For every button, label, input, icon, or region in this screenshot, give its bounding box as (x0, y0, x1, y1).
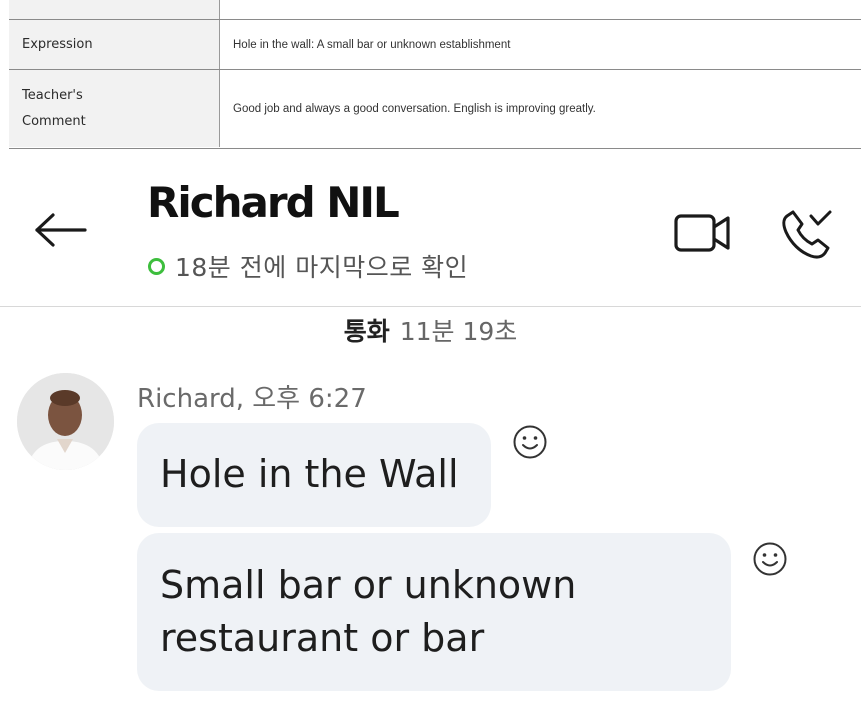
table-row-teacher-comment: Teacher's Comment Good job and always a … (9, 70, 861, 147)
table-label-cell (9, 0, 220, 19)
feedback-table: Expression Hole in the wall: A small bar… (9, 0, 861, 149)
teacher-comment-label-line2: Comment (22, 113, 86, 129)
back-arrow-icon[interactable] (33, 210, 89, 250)
call-summary: 통화 11분 19초 (0, 312, 861, 348)
smiley-reaction-icon[interactable] (752, 541, 788, 577)
teacher-comment-label: Teacher's Comment (9, 70, 220, 147)
expression-value: Hole in the wall: A small bar or unknown… (233, 38, 511, 51)
table-value-cell (220, 0, 861, 19)
smiley-reaction-icon[interactable] (512, 424, 548, 460)
online-status-dot (148, 257, 165, 275)
message-bubble[interactable]: Hole in the Wall (137, 423, 491, 527)
call-duration: 11분 19초 (399, 317, 518, 346)
phone-call-icon[interactable] (779, 206, 835, 262)
message-bubble[interactable]: Small bar or unknown restaurant or bar (137, 533, 731, 691)
teacher-comment-label-line1: Teacher's (22, 87, 83, 103)
contact-name[interactable]: Richard NIL (147, 178, 400, 227)
message-text: Hole in the Wall (160, 452, 459, 496)
last-seen-text: 18분 전에 마지막으로 확인 (175, 253, 469, 282)
teacher-comment-value: Good job and always a good conversation.… (233, 102, 596, 115)
message-sender-time: Richard, 오후 6:27 (137, 384, 367, 414)
message-text-line: Small bar or unknown (160, 563, 577, 607)
table-row-top (9, 0, 861, 20)
expression-label: Expression (9, 20, 220, 69)
avatar[interactable] (17, 373, 114, 470)
video-call-icon[interactable] (672, 212, 734, 254)
message-text-line: restaurant or bar (160, 616, 485, 660)
table-row-expression: Expression Hole in the wall: A small bar… (9, 20, 861, 70)
person-avatar-icon (17, 373, 114, 470)
chat-header: Richard NIL 18분 전에 마지막으로 확인 (0, 150, 861, 307)
presence-status: 18분 전에 마지막으로 확인 (148, 248, 468, 284)
call-label: 통화 (343, 317, 390, 346)
